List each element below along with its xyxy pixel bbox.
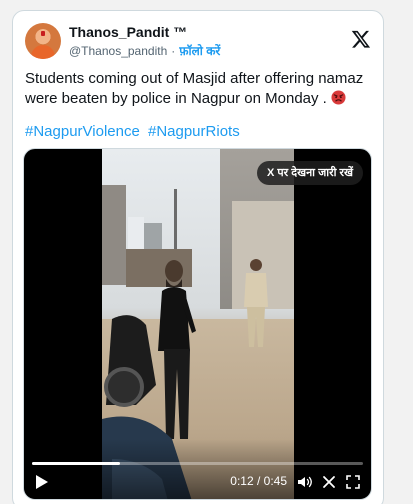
tweet-body: Students coming out of Masjid after offe… [25,70,364,107]
angry-face-emoji [331,90,346,105]
progress-fill [32,462,121,465]
x-logo-icon[interactable] [351,29,371,49]
author-handle-row: @Thanos_pandith · फ़ॉलो करें [69,42,220,59]
avatar[interactable] [25,23,61,59]
video-time: 0:12 / 0:45 [230,474,287,488]
keep-watching-button[interactable]: X पर देखना जारी रखें [257,161,363,185]
hashtags: #NagpurViolence #NagpurRiots [25,123,244,140]
hashtag-link[interactable]: #NagpurRiots [148,123,240,140]
author-handle[interactable]: @Thanos_pandith [69,44,167,58]
controls-gradient [24,439,371,499]
progress-bar[interactable] [32,462,363,465]
close-icon[interactable] [321,474,337,490]
separator-dot: · [171,43,176,58]
tweet-card: Thanos_Pandit ™ @Thanos_pandith · फ़ॉलो क… [12,10,384,504]
avatar-tilak [41,31,45,36]
author-name-row: Thanos_Pandit ™ [69,24,187,40]
video-player[interactable]: X पर देखना जारी रखें 0:12 / 0:45 [23,148,372,500]
volume-icon[interactable] [297,474,313,490]
author-name[interactable]: Thanos_Pandit ™ [69,24,187,40]
follow-button[interactable]: फ़ॉलो करें [179,42,220,59]
police-figure [244,259,268,347]
tweet-text: Students coming out of Masjid after offe… [25,69,373,109]
fullscreen-icon[interactable] [345,474,361,490]
avatar-robe [31,45,55,59]
play-icon[interactable] [32,473,50,491]
hashtag-link[interactable]: #NagpurViolence [25,123,140,140]
building-left [102,185,126,285]
tweet-header: Thanos_Pandit ™ @Thanos_pandith · फ़ॉलो क… [25,23,371,63]
